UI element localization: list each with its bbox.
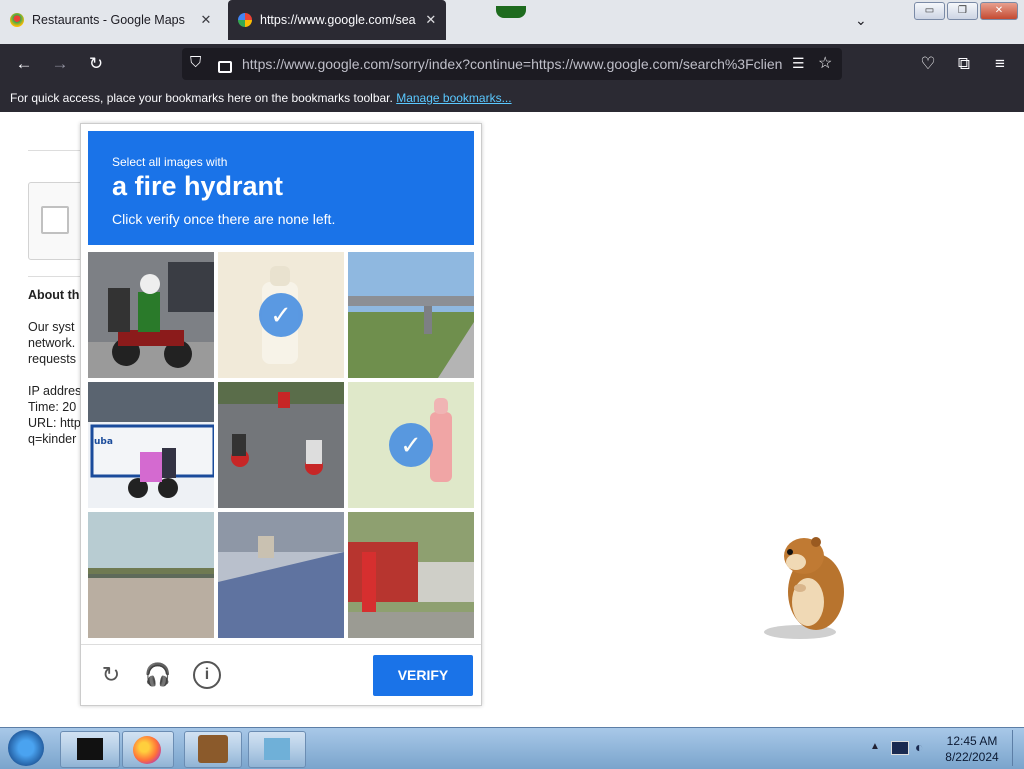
pocket-icon[interactable]: ♡ <box>916 52 940 76</box>
restore-button[interactable]: ❐ <box>947 2 978 20</box>
tab-strip: Restaurants - Google Maps ✕ https://www.… <box>0 0 1024 44</box>
url-bar[interactable]: ⛉ https://www.google.com/sorry/index?con… <box>182 48 842 80</box>
terminal-app-icon <box>77 738 103 760</box>
tab-google-maps[interactable]: Restaurants - Google Maps ✕ <box>0 0 222 40</box>
windows-taskbar: ▲ ◐ 12:45 AM 8/22/2024 <box>0 727 1024 769</box>
image-tile-4[interactable]: uba <box>88 382 214 508</box>
instruction-label: Select all images with <box>112 155 228 169</box>
bridge-railing-image <box>218 512 344 638</box>
selected-checkmark-icon: ✓ <box>389 423 433 467</box>
navigation-toolbar: ← → ↻ ⛉ https://www.google.com/sorry/ind… <box>0 44 1024 84</box>
manage-bookmarks-link[interactable]: Manage bookmarks... <box>396 91 511 105</box>
motorcycle-riders-image <box>88 252 214 378</box>
bookmarks-notice-text: For quick access, place your bookmarks h… <box>10 91 393 105</box>
image-tile-2[interactable]: ✓ <box>218 252 344 378</box>
roadside-shop-image <box>348 512 474 638</box>
close-tab-icon[interactable]: ✕ <box>424 12 438 28</box>
clock[interactable]: 12:45 AM 8/22/2024 <box>940 733 1004 765</box>
tab-google-search[interactable]: https://www.google.com/search ✕ <box>228 0 446 40</box>
list-all-tabs-chevron-icon[interactable]: ⌄ <box>855 12 867 29</box>
instruction-subtext: Click verify once there are none left. <box>112 211 336 227</box>
menu-hamburger-icon[interactable]: ≡ <box>988 52 1012 76</box>
extensions-icon[interactable]: ⧉ <box>952 52 976 76</box>
hamster-mascot <box>764 537 844 639</box>
close-window-button[interactable]: ✕ <box>980 2 1018 20</box>
reload-icon[interactable]: ↻ <box>84 52 108 76</box>
editor-app-icon <box>264 738 290 760</box>
time-line: Time: 20 <box>28 400 77 414</box>
reload-challenge-icon[interactable]: ↻ <box>97 661 125 689</box>
image-tile-1[interactable] <box>88 252 214 378</box>
maps-favicon-icon <box>10 13 24 27</box>
volume-tray-icon[interactable]: ◐ <box>915 739 923 755</box>
reader-view-icon[interactable]: ☰ <box>792 55 805 72</box>
shield-icon[interactable]: ⛉ <box>190 54 201 71</box>
image-tile-5[interactable] <box>218 382 344 508</box>
ip-address-line: IP addres <box>28 384 82 398</box>
recaptcha-challenge: Select all images with a fire hydrant Cl… <box>80 123 482 706</box>
divider <box>28 276 88 277</box>
image-tile-7[interactable] <box>88 512 214 638</box>
close-tab-icon[interactable]: ✕ <box>198 12 214 28</box>
start-button[interactable] <box>8 730 44 766</box>
image-tile-3[interactable] <box>348 252 474 378</box>
show-desktop-button[interactable] <box>1012 730 1023 766</box>
footer-divider <box>81 644 481 645</box>
network-tray-icon[interactable] <box>891 741 909 755</box>
target-object-label: a fire hydrant <box>112 171 284 201</box>
selected-checkmark-icon: ✓ <box>259 293 303 337</box>
forward-arrow-icon[interactable]: → <box>48 52 72 76</box>
box-app-icon <box>198 735 228 763</box>
recaptcha-checkbox[interactable] <box>41 206 69 234</box>
image-tile-6[interactable]: ✓ <box>348 382 474 508</box>
motorcycles-road-image <box>218 382 344 508</box>
taskbar-app-firefox[interactable] <box>122 731 174 768</box>
show-hidden-icons-chevron-icon[interactable]: ▲ <box>870 741 880 752</box>
body-text-line: Our syst <box>28 320 75 334</box>
clock-date: 8/22/2024 <box>945 750 999 764</box>
image-tile-8[interactable] <box>218 512 344 638</box>
image-tile-9[interactable] <box>348 512 474 638</box>
audio-challenge-headphones-icon[interactable]: 🎧 <box>144 661 172 689</box>
back-arrow-icon[interactable]: ← <box>12 52 36 76</box>
tab-title: Restaurants - Google Maps <box>32 13 185 27</box>
highway-overpass-image <box>348 252 474 378</box>
empty-highway-image <box>88 512 214 638</box>
query-line: q=kinder <box>28 432 77 446</box>
bookmark-star-icon[interactable]: ☆ <box>818 53 832 73</box>
tab-title: https://www.google.com/search <box>260 13 416 27</box>
taskbar-app-box[interactable] <box>184 731 242 768</box>
wallpaper-decoration <box>496 6 526 18</box>
help-info-icon[interactable]: i <box>193 661 221 689</box>
bookmarks-toolbar: For quick access, place your bookmarks h… <box>0 84 1024 112</box>
url-text[interactable]: https://www.google.com/sorry/index?conti… <box>242 48 782 80</box>
google-favicon-icon <box>238 13 252 27</box>
about-heading: About th <box>28 288 80 302</box>
body-text-line: network. <box>28 336 76 350</box>
challenge-header: Select all images with a fire hydrant Cl… <box>88 131 474 245</box>
bus-motorcycles-image: uba <box>88 382 214 508</box>
window-controls: ▭ ❐ ✕ <box>914 2 1018 20</box>
lock-icon[interactable] <box>218 61 232 73</box>
divider <box>28 150 88 151</box>
url-line: URL: http <box>28 416 81 430</box>
taskbar-app-editor[interactable] <box>248 731 306 768</box>
body-text-line: requests <box>28 352 76 366</box>
clock-time: 12:45 AM <box>946 734 998 748</box>
firefox-app-icon <box>133 736 161 764</box>
taskbar-app-terminal[interactable] <box>60 731 120 768</box>
svg-text:uba: uba <box>94 437 113 447</box>
minimize-button[interactable]: ▭ <box>914 2 945 20</box>
verify-button[interactable]: VERIFY <box>373 655 473 696</box>
